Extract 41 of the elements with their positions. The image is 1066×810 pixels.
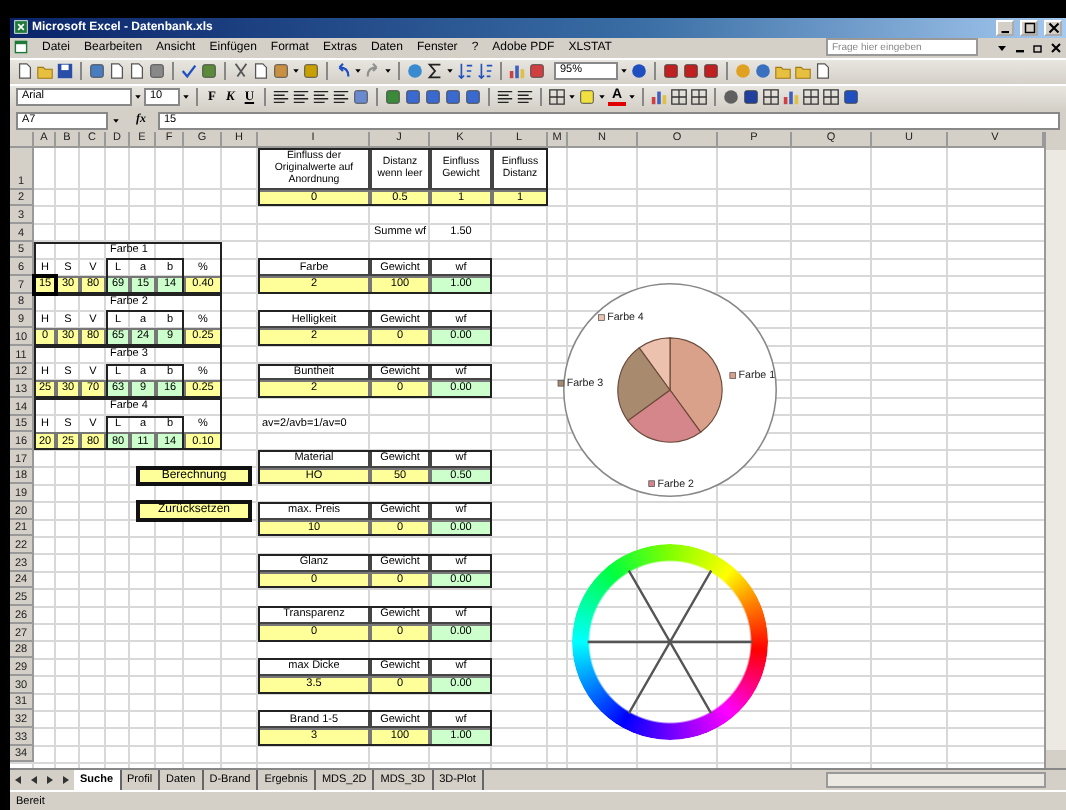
chart-icon[interactable] <box>782 88 801 107</box>
caret-icon[interactable] <box>996 41 1008 54</box>
indent-icon[interactable] <box>496 88 515 107</box>
vertical-scrollbar[interactable] <box>1044 131 1066 769</box>
maximize-icon <box>1023 21 1035 34</box>
align-center-icon[interactable] <box>292 88 311 107</box>
bar-chart-icon[interactable] <box>508 62 526 81</box>
indent-icon[interactable] <box>516 88 535 107</box>
sort-icon[interactable] <box>476 62 494 81</box>
table-icon[interactable] <box>822 88 841 107</box>
undo-arrow-icon[interactable] <box>334 62 352 81</box>
spell-check-icon[interactable] <box>180 62 198 81</box>
grid-icon[interactable] <box>762 88 781 107</box>
chart-icon[interactable] <box>650 88 669 107</box>
close-button[interactable] <box>1044 19 1062 36</box>
sort-icon[interactable] <box>456 62 474 81</box>
align-justify-icon[interactable] <box>332 88 351 107</box>
copy-icon[interactable] <box>252 62 270 81</box>
borders-icon[interactable] <box>548 88 567 107</box>
close-icon[interactable] <box>1050 41 1062 54</box>
page-icon[interactable] <box>814 62 832 81</box>
legend-swatch <box>648 479 655 487</box>
maximize-button[interactable] <box>1020 19 1038 36</box>
scissors-icon[interactable] <box>232 62 250 81</box>
minimize-button[interactable] <box>996 19 1014 36</box>
table-icon[interactable] <box>690 88 709 107</box>
workbook-icon[interactable] <box>14 40 28 55</box>
legend-swatch <box>598 313 605 320</box>
table-icon[interactable] <box>802 88 821 107</box>
align-right-icon[interactable] <box>312 88 331 107</box>
legend-swatch <box>557 379 565 386</box>
save-icon[interactable] <box>56 62 74 81</box>
horizontal-scrollbar[interactable] <box>826 772 1046 789</box>
restore-icon[interactable] <box>1032 41 1044 54</box>
legend-swatch <box>729 371 737 378</box>
table-icon[interactable] <box>670 88 689 107</box>
new-document-icon[interactable] <box>16 62 34 81</box>
align-left-icon[interactable] <box>272 88 291 107</box>
close-icon <box>1047 21 1059 34</box>
spreadsheet-icon <box>14 20 28 35</box>
sum-icon[interactable] <box>426 62 444 81</box>
